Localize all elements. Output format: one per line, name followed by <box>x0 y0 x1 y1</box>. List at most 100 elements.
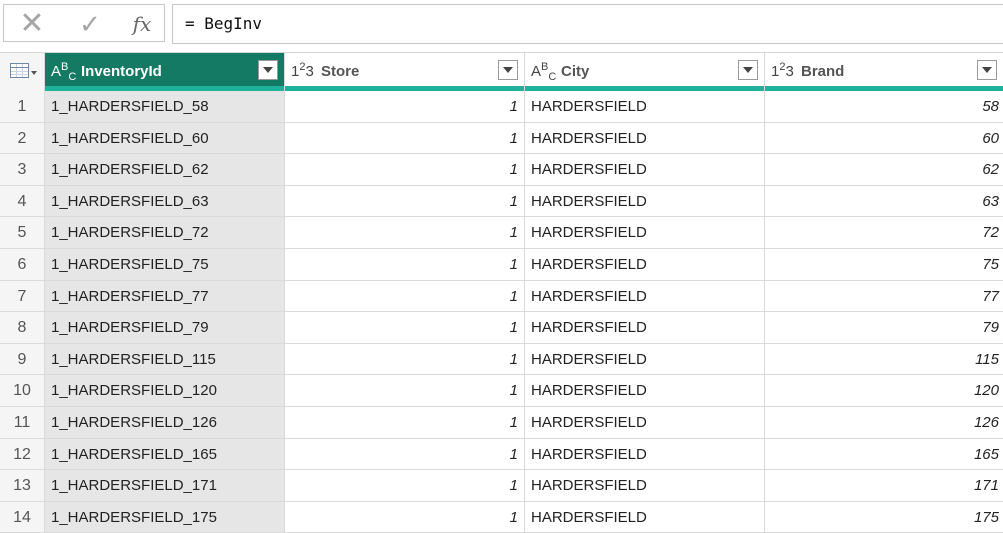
row-number[interactable]: 3 <box>0 154 45 186</box>
cell-store[interactable]: 1 <box>285 501 525 533</box>
table-row[interactable]: 12 1_HARDERSFIELD_165 1 HARDERSFIELD 165 <box>0 438 1003 471</box>
cell-store[interactable]: 1 <box>285 312 525 344</box>
cell-city[interactable]: HARDERSFIELD <box>525 375 765 407</box>
cell-store[interactable]: 1 <box>285 185 525 218</box>
filter-dropdown-icon[interactable] <box>738 60 758 80</box>
table-row[interactable]: 4 1_HARDERSFIELD_63 1 HARDERSFIELD 63 <box>0 185 1003 218</box>
column-header-store[interactable]: 123 Store <box>285 53 525 91</box>
filter-dropdown-icon[interactable] <box>258 60 278 80</box>
cell-store[interactable]: 1 <box>285 438 525 471</box>
fx-icon[interactable]: fx <box>126 10 158 38</box>
cell-store[interactable]: 1 <box>285 470 525 502</box>
number-type-icon[interactable]: 123 <box>291 61 314 80</box>
cell-inventory-id[interactable]: 1_HARDERSFIELD_72 <box>45 217 285 249</box>
cell-inventory-id[interactable]: 1_HARDERSFIELD_126 <box>45 407 285 439</box>
cell-brand[interactable]: 115 <box>765 344 1003 376</box>
cancel-icon[interactable]: ✕ <box>16 9 48 39</box>
cell-city[interactable]: HARDERSFIELD <box>525 217 765 249</box>
cell-city[interactable]: HARDERSFIELD <box>525 438 765 471</box>
table-row[interactable]: 5 1_HARDERSFIELD_72 1 HARDERSFIELD 72 <box>0 217 1003 249</box>
table-row[interactable]: 10 1_HARDERSFIELD_120 1 HARDERSFIELD 120 <box>0 375 1003 407</box>
table-row[interactable]: 11 1_HARDERSFIELD_126 1 HARDERSFIELD 126 <box>0 407 1003 439</box>
formula-input[interactable]: = BegInv <box>172 4 1003 44</box>
cell-inventory-id[interactable]: 1_HARDERSFIELD_79 <box>45 312 285 344</box>
cell-brand[interactable]: 63 <box>765 186 1003 218</box>
text-type-icon[interactable]: ABC <box>531 61 556 83</box>
row-number[interactable]: 7 <box>0 280 45 313</box>
cell-store[interactable]: 1 <box>285 249 525 281</box>
cell-city[interactable]: HARDERSFIELD <box>525 312 765 344</box>
cell-inventory-id[interactable]: 1_HARDERSFIELD_62 <box>45 154 285 186</box>
cell-inventory-id[interactable]: 1_HARDERSFIELD_115 <box>45 343 285 376</box>
cell-inventory-id[interactable]: 1_HARDERSFIELD_63 <box>45 185 285 218</box>
cell-city[interactable]: HARDERSFIELD <box>525 154 765 186</box>
cell-inventory-id[interactable]: 1_HARDERSFIELD_175 <box>45 501 285 533</box>
cell-inventory-id[interactable]: 1_HARDERSFIELD_75 <box>45 249 285 281</box>
row-number[interactable]: 11 <box>0 407 45 439</box>
table-row[interactable]: 8 1_HARDERSFIELD_79 1 HARDERSFIELD 79 <box>0 312 1003 344</box>
cell-inventory-id[interactable]: 1_HARDERSFIELD_77 <box>45 280 285 313</box>
row-number[interactable]: 10 <box>0 375 45 407</box>
text-type-icon[interactable]: ABC <box>51 61 76 83</box>
filter-dropdown-icon[interactable] <box>977 60 997 80</box>
row-number[interactable]: 8 <box>0 312 45 344</box>
cell-brand[interactable]: 120 <box>765 375 1003 407</box>
cell-store[interactable]: 1 <box>285 91 525 123</box>
cell-city[interactable]: HARDERSFIELD <box>525 343 765 376</box>
row-number[interactable]: 14 <box>0 501 45 533</box>
column-header-brand[interactable]: 123 Brand <box>765 53 1003 91</box>
cell-store[interactable]: 1 <box>285 154 525 186</box>
cell-store[interactable]: 1 <box>285 407 525 439</box>
number-type-icon[interactable]: 123 <box>771 61 794 80</box>
cell-city[interactable]: HARDERSFIELD <box>525 185 765 218</box>
column-header-inventoryid[interactable]: ABC InventoryId <box>45 53 285 91</box>
cell-city[interactable]: HARDERSFIELD <box>525 280 765 313</box>
row-number[interactable]: 5 <box>0 217 45 249</box>
table-row[interactable]: 6 1_HARDERSFIELD_75 1 HARDERSFIELD 75 <box>0 249 1003 281</box>
row-number[interactable]: 2 <box>0 122 45 155</box>
row-number[interactable]: 6 <box>0 249 45 281</box>
table-row[interactable]: 2 1_HARDERSFIELD_60 1 HARDERSFIELD 60 <box>0 122 1003 155</box>
cell-city[interactable]: HARDERSFIELD <box>525 91 765 123</box>
table-menu-button[interactable] <box>0 53 45 91</box>
cell-city[interactable]: HARDERSFIELD <box>525 470 765 502</box>
table-row[interactable]: 3 1_HARDERSFIELD_62 1 HARDERSFIELD 62 <box>0 154 1003 186</box>
cell-city[interactable]: HARDERSFIELD <box>525 249 765 281</box>
filter-dropdown-icon[interactable] <box>498 60 518 80</box>
cell-brand[interactable]: 77 <box>765 281 1003 313</box>
row-number[interactable]: 4 <box>0 185 45 218</box>
cell-store[interactable]: 1 <box>285 375 525 407</box>
cell-brand[interactable]: 171 <box>765 470 1003 502</box>
column-header-city[interactable]: ABC City <box>525 53 765 91</box>
cell-store[interactable]: 1 <box>285 217 525 249</box>
cell-inventory-id[interactable]: 1_HARDERSFIELD_165 <box>45 438 285 471</box>
cell-brand[interactable]: 165 <box>765 439 1003 471</box>
cell-brand[interactable]: 175 <box>765 502 1003 533</box>
cell-inventory-id[interactable]: 1_HARDERSFIELD_120 <box>45 375 285 407</box>
cell-brand[interactable]: 60 <box>765 123 1003 155</box>
cell-store[interactable]: 1 <box>285 122 525 155</box>
cell-city[interactable]: HARDERSFIELD <box>525 122 765 155</box>
table-row[interactable]: 9 1_HARDERSFIELD_115 1 HARDERSFIELD 115 <box>0 343 1003 376</box>
row-number[interactable]: 9 <box>0 343 45 376</box>
row-number[interactable]: 12 <box>0 438 45 471</box>
row-number[interactable]: 13 <box>0 470 45 502</box>
cell-inventory-id[interactable]: 1_HARDERSFIELD_60 <box>45 122 285 155</box>
cell-brand[interactable]: 79 <box>765 312 1003 344</box>
cell-brand[interactable]: 62 <box>765 154 1003 186</box>
table-row[interactable]: 1 1_HARDERSFIELD_58 1 HARDERSFIELD 58 <box>0 91 1003 123</box>
cell-brand[interactable]: 126 <box>765 407 1003 439</box>
cell-brand[interactable]: 58 <box>765 91 1003 123</box>
cell-inventory-id[interactable]: 1_HARDERSFIELD_58 <box>45 91 285 123</box>
row-number[interactable]: 1 <box>0 91 45 123</box>
check-icon[interactable]: ✓ <box>74 10 106 38</box>
cell-inventory-id[interactable]: 1_HARDERSFIELD_171 <box>45 470 285 502</box>
cell-store[interactable]: 1 <box>285 280 525 313</box>
cell-brand[interactable]: 72 <box>765 217 1003 249</box>
table-row[interactable]: 7 1_HARDERSFIELD_77 1 HARDERSFIELD 77 <box>0 280 1003 313</box>
table-row[interactable]: 14 1_HARDERSFIELD_175 1 HARDERSFIELD 175 <box>0 501 1003 533</box>
cell-city[interactable]: HARDERSFIELD <box>525 501 765 533</box>
cell-city[interactable]: HARDERSFIELD <box>525 407 765 439</box>
cell-store[interactable]: 1 <box>285 343 525 376</box>
table-row[interactable]: 13 1_HARDERSFIELD_171 1 HARDERSFIELD 171 <box>0 470 1003 502</box>
